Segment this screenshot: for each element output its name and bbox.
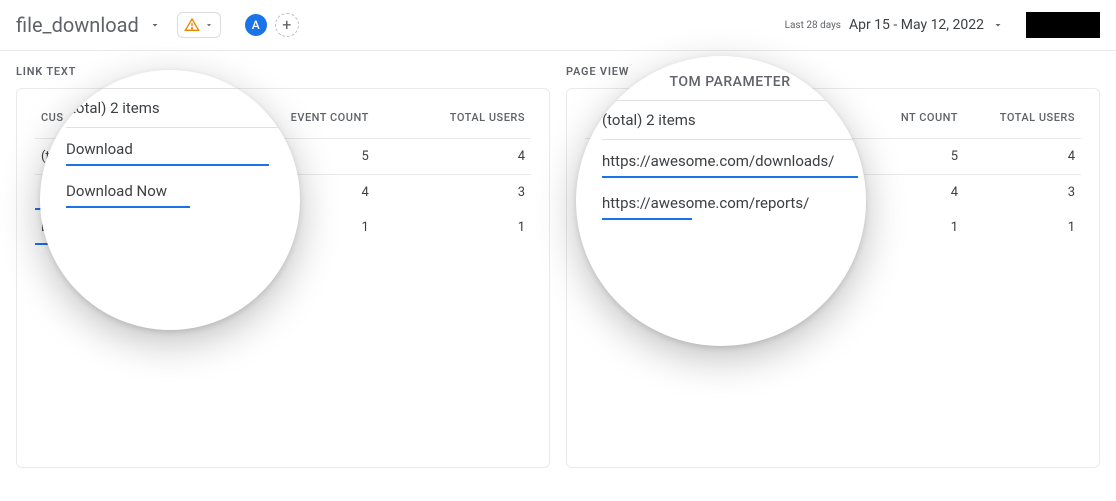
totals-total-users: 4 <box>964 139 1081 175</box>
card-link-text: CUS EVENT COUNT TOTAL USERS (total) 2 it… <box>16 88 550 468</box>
table-row[interactable]: https://awesome.com/downloads/ 4 3 <box>585 175 1081 211</box>
totals-row: (total) 2 items 5 4 <box>35 139 531 175</box>
totals-label: (total) 2 items <box>35 139 213 175</box>
row-label: Download Now <box>35 210 213 245</box>
panel-link-text: LINK TEXT CUS EVENT COUNT TOTAL USERS (t… <box>16 65 550 468</box>
date-range-picker[interactable]: Last 28 days Apr 15 - May 12, 2022 <box>785 12 1100 38</box>
date-range-value: Apr 15 - May 12, 2022 <box>849 17 984 33</box>
row-label: https://awesome.com/downloads/ <box>585 175 871 211</box>
totals-event-count: 5 <box>213 139 374 175</box>
panel-title: PAGE VIEW <box>566 65 1100 78</box>
warning-triangle-icon <box>184 17 200 33</box>
date-range-label: Last 28 days <box>785 20 841 31</box>
row-label: https://awesome.com/reports/ <box>585 210 871 245</box>
row-event-count: 1 <box>871 210 964 245</box>
totals-label: (total) 2 items <box>585 139 871 175</box>
chevron-down-icon <box>204 20 214 30</box>
row-event-count: 4 <box>213 175 374 211</box>
event-name[interactable]: file_download <box>16 13 139 37</box>
col-header-event-count[interactable]: NT COUNT <box>871 103 964 139</box>
row-total-users: 1 <box>375 210 531 245</box>
col-header-parameter[interactable]: CUS <box>35 103 213 139</box>
row-total-users: 3 <box>964 175 1081 211</box>
row-total-users: 3 <box>375 175 531 211</box>
avatar[interactable]: A <box>245 14 267 36</box>
data-table: NT COUNT TOTAL USERS (total) 2 items 5 4… <box>585 103 1081 245</box>
data-table: CUS EVENT COUNT TOTAL USERS (total) 2 it… <box>35 103 531 245</box>
col-header-event-count[interactable]: EVENT COUNT <box>213 103 374 139</box>
col-header-parameter[interactable] <box>585 103 871 139</box>
table-row[interactable]: Download Now 1 1 <box>35 210 531 245</box>
table-row[interactable]: Download 4 3 <box>35 175 531 211</box>
row-event-count: 4 <box>871 175 964 211</box>
obscured-region <box>1026 12 1100 38</box>
chevron-down-icon[interactable] <box>149 19 161 31</box>
add-comparison-button[interactable]: + <box>275 13 299 37</box>
header-bar: file_download A + Last 28 days Apr 15 - … <box>0 0 1116 51</box>
totals-total-users: 4 <box>375 139 531 175</box>
row-event-count: 1 <box>213 210 374 245</box>
row-label: Download <box>35 175 213 211</box>
panel-title: LINK TEXT <box>16 65 550 78</box>
col-header-total-users[interactable]: TOTAL USERS <box>964 103 1081 139</box>
totals-event-count: 5 <box>871 139 964 175</box>
col-header-total-users[interactable]: TOTAL USERS <box>375 103 531 139</box>
card-page-view: NT COUNT TOTAL USERS (total) 2 items 5 4… <box>566 88 1100 468</box>
table-row[interactable]: https://awesome.com/reports/ 1 1 <box>585 210 1081 245</box>
row-total-users: 1 <box>964 210 1081 245</box>
chevron-down-icon <box>992 19 1004 31</box>
warning-chip[interactable] <box>177 12 221 38</box>
content-area: LINK TEXT CUS EVENT COUNT TOTAL USERS (t… <box>0 51 1116 482</box>
panel-page-view: PAGE VIEW NT COUNT TOTAL USERS (total) 2… <box>566 65 1100 468</box>
totals-row: (total) 2 items 5 4 <box>585 139 1081 175</box>
